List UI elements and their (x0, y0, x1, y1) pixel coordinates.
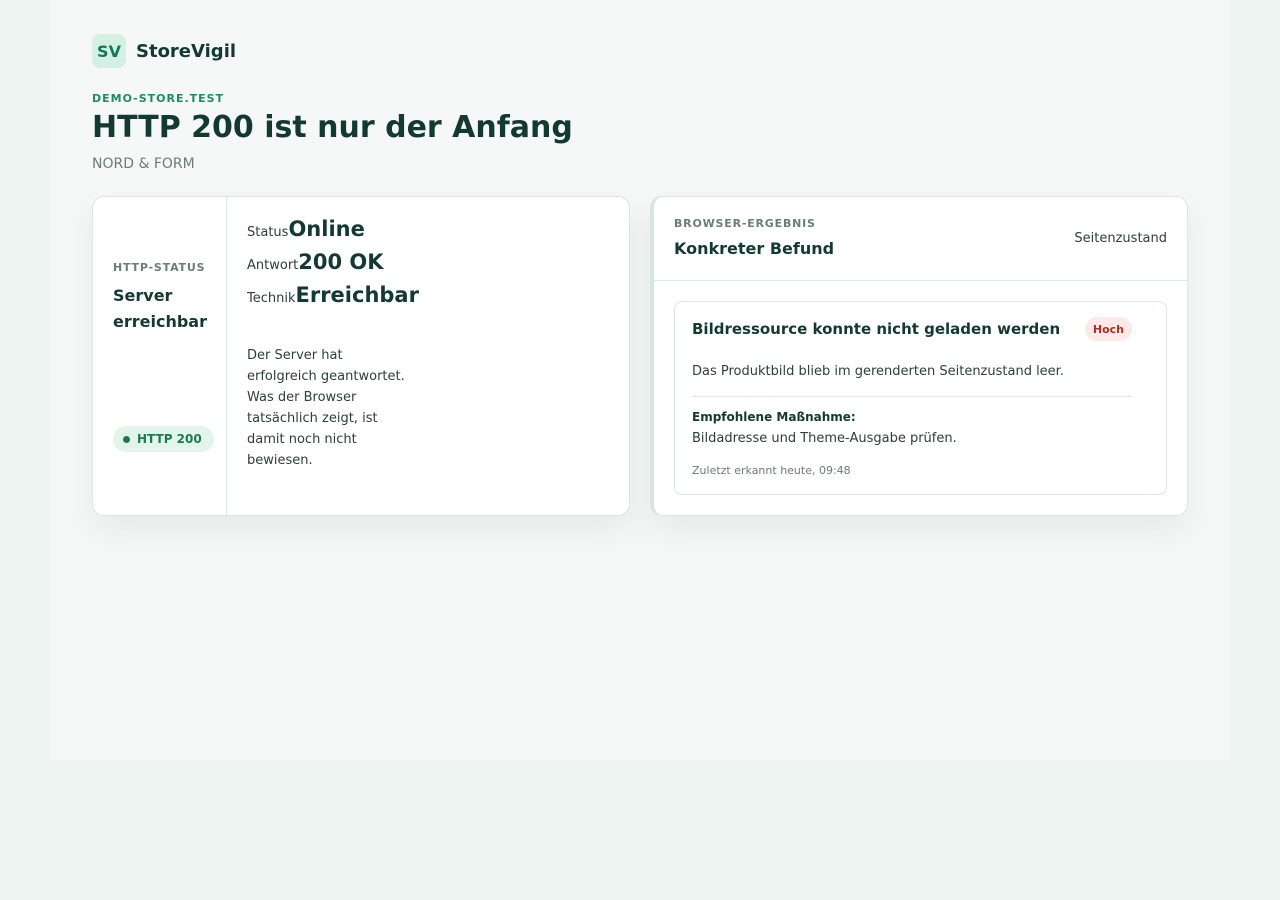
detail-row-technology: Technik Erreichbar (247, 283, 609, 316)
finding-item[interactable]: Bildressource konnte nicht geladen werde… (674, 301, 1167, 495)
finding-description: Das Produktbild blieb im gerenderten Sei… (692, 364, 1064, 379)
http-status-label: HTTP-STATUS (113, 261, 206, 274)
detail-row-status: Status Online (247, 217, 609, 250)
last-seen-timestamp: Zuletzt erkannt heute, 09:48 (692, 464, 851, 477)
detail-key: Antwort (247, 258, 299, 273)
store-domain: DEMO-STORE.TEST (92, 92, 225, 105)
detail-key: Technik (247, 291, 296, 306)
browser-result-label: BROWSER-ERGEBNIS (674, 217, 816, 230)
recommendation-label: Empfohlene Maßnahme: (692, 410, 856, 424)
detail-key: Status (247, 225, 289, 240)
detail-row-response: Antwort 200 OK (247, 250, 609, 283)
detail-value: Erreichbar (295, 283, 419, 307)
severity-badge: Hoch (1084, 317, 1132, 341)
brand-name: StoreVigil (136, 40, 237, 62)
recommendation-text: Bildadresse und Theme-Ausgabe prüfen. (692, 431, 957, 446)
http-status-badge-label: HTTP 200 (137, 432, 202, 446)
http-status-title: Server erreichbar (113, 286, 207, 331)
browser-result-card: BROWSER-ERGEBNIS Konkreter Befund Seiten… (650, 196, 1188, 516)
logo-icon: SV (92, 34, 126, 68)
page: SV StoreVigil DEMO-STORE.TEST HTTP 200 i… (50, 0, 1230, 760)
browser-result-title: Konkreter Befund (674, 239, 835, 258)
store-name: NORD & FORM (92, 156, 195, 172)
browser-result-header: BROWSER-ERGEBNIS Konkreter Befund Seiten… (654, 197, 1187, 281)
http-status-card: HTTP-STATUS Server erreichbar HTTP 200 S… (92, 196, 630, 516)
page-title: HTTP 200 ist nur der Anfang (92, 110, 573, 145)
divider (692, 396, 1132, 397)
status-dot-icon (123, 435, 130, 443)
http-status-description: Der Server hat erfolgreich geantwortet. … (247, 348, 405, 468)
detail-value: 200 OK (298, 250, 384, 274)
page-state-link[interactable]: Seitenzustand (1074, 231, 1167, 246)
http-status-badge: HTTP 200 (113, 426, 214, 452)
detail-value: Online (288, 217, 365, 241)
finding-title: Bildressource konnte nicht geladen werde… (692, 320, 1061, 338)
http-status-details: Status Online Antwort 200 OK Technik Erreic… (247, 217, 609, 316)
brand[interactable]: SV StoreVigil (92, 34, 236, 68)
http-status-summary: HTTP-STATUS Server erreichbar HTTP 200 (93, 197, 227, 515)
